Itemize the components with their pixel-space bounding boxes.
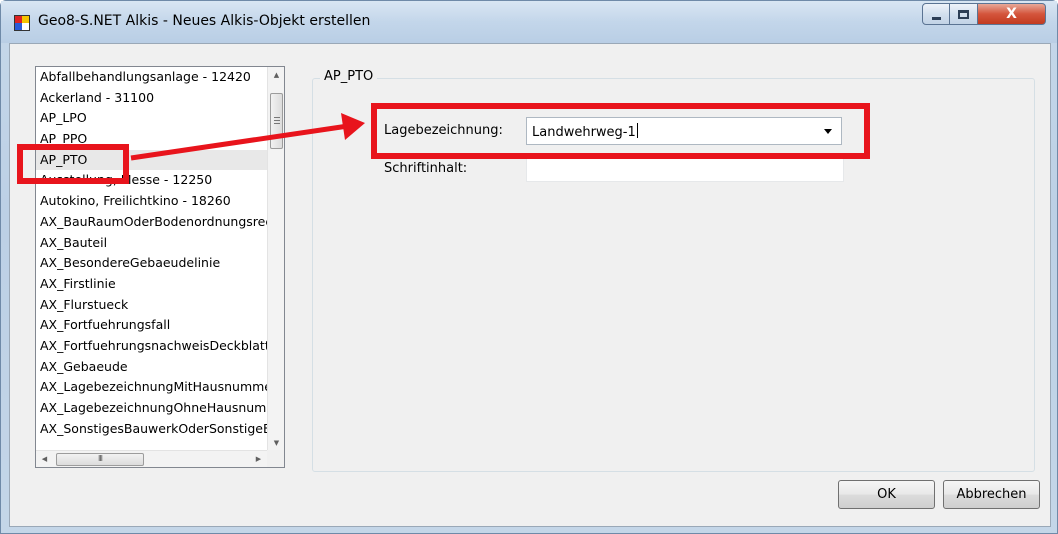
maximize-icon: [958, 9, 969, 19]
list-item[interactable]: AX_LagebezeichnungMitHausnummer: [36, 377, 267, 398]
list-item[interactable]: AX_SonstigesBauwerkOderSonstigeEinrichtu…: [36, 419, 267, 440]
ok-button[interactable]: OK: [838, 480, 935, 509]
minimize-icon: [931, 16, 941, 20]
list-item[interactable]: AX_Flurstueck: [36, 295, 267, 316]
annotation-highlight-field: [371, 103, 870, 159]
grip-icon: [274, 117, 280, 124]
list-item[interactable]: AX_FortfuehrungsnachweisDeckblatt: [36, 336, 267, 357]
scroll-up-icon[interactable]: ▲: [268, 67, 285, 84]
list-item[interactable]: AX_BesondereGebaeudelinie: [36, 253, 267, 274]
minimize-button[interactable]: [922, 3, 950, 25]
object-type-listbox[interactable]: Abfallbehandlungsanlage - 12420 Ackerland…: [35, 66, 285, 468]
vertical-scrollbar[interactable]: ▲ ▼: [267, 67, 284, 452]
list-item[interactable]: AX_LagebezeichnungOhneHausnummer: [36, 398, 267, 419]
list-item[interactable]: Abfallbehandlungsanlage - 12420: [36, 67, 267, 88]
scroll-right-icon[interactable]: ▶: [250, 451, 267, 468]
dialog-window: Geo8-S.NET Alkis - Neues Alkis-Objekt er…: [0, 0, 1058, 534]
horizontal-scroll-thumb[interactable]: III: [56, 453, 144, 466]
window-title: Geo8-S.NET Alkis - Neues Alkis-Objekt er…: [38, 13, 371, 29]
list-item[interactable]: AX_Fortfuehrungsfall: [36, 315, 267, 336]
cancel-button[interactable]: Abbrechen: [943, 480, 1040, 509]
scroll-left-icon[interactable]: ◀: [36, 451, 53, 468]
app-icon: [14, 15, 30, 31]
maximize-button[interactable]: [950, 3, 978, 25]
list-item[interactable]: Autokino, Freilichtkino - 18260: [36, 191, 267, 212]
annotation-highlight-list-item: [17, 144, 129, 184]
vertical-scroll-thumb[interactable]: [270, 93, 283, 149]
list-item[interactable]: AX_Firstlinie: [36, 274, 267, 295]
list-item[interactable]: AX_Gebaeude: [36, 357, 267, 378]
list-item[interactable]: AX_Bauteil: [36, 233, 267, 254]
list-item[interactable]: AX_BauRaumOderBodenordnungsrecht: [36, 212, 267, 233]
close-icon: X: [1006, 6, 1017, 22]
object-type-list: Abfallbehandlungsanlage - 12420 Ackerland…: [36, 67, 267, 452]
groupbox-title: AP_PTO: [320, 69, 378, 84]
close-button[interactable]: X: [978, 3, 1046, 25]
list-item[interactable]: Ackerland - 31100: [36, 88, 267, 109]
title-bar[interactable]: Geo8-S.NET Alkis - Neues Alkis-Objekt er…: [1, 1, 1057, 43]
dialog-client-area: Abfallbehandlungsanlage - 12420 Ackerland…: [9, 43, 1051, 527]
horizontal-scrollbar[interactable]: ◀ III ▶: [36, 450, 267, 467]
scrollbar-corner: [267, 450, 284, 467]
list-item[interactable]: AP_LPO: [36, 108, 267, 129]
schriftinhalt-label: Schriftinhalt:: [384, 161, 468, 176]
